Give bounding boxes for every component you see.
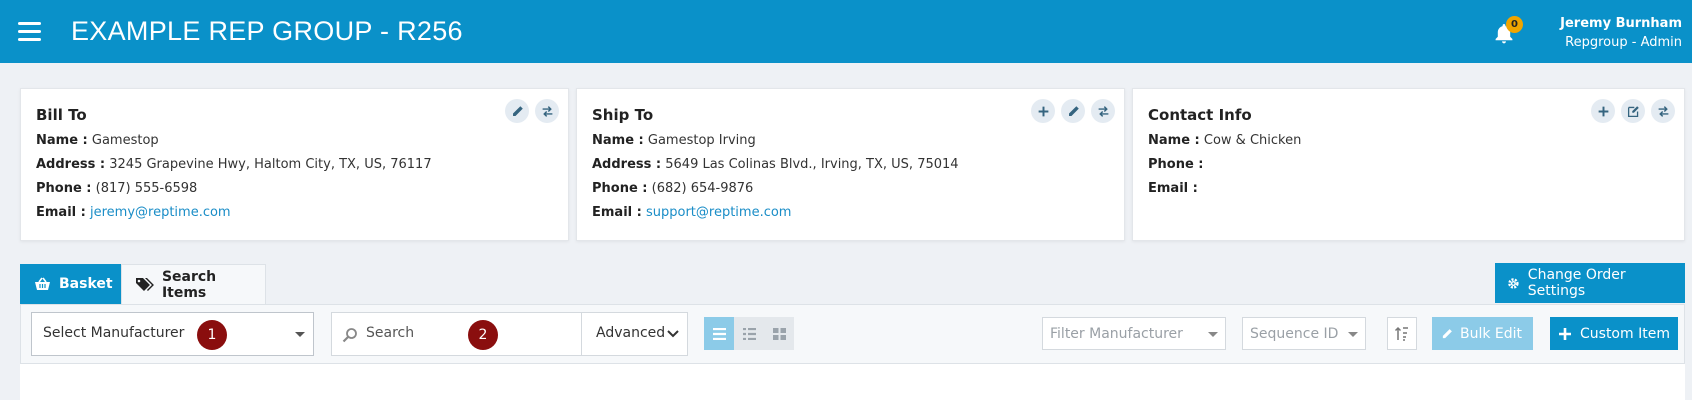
gear-icon: [1508, 277, 1519, 289]
add-contact-button[interactable]: [1591, 99, 1615, 123]
custom-item-button[interactable]: Custom Item: [1550, 317, 1678, 350]
user-menu[interactable]: Jeremy Burnham Repgroup - Admin: [1560, 14, 1682, 52]
pencil-icon: [1068, 105, 1079, 116]
advanced-search-button[interactable]: Advanced: [581, 312, 688, 356]
email-label: Email :: [592, 205, 642, 220]
caret-down-icon: [1208, 332, 1218, 337]
phone-label: Phone :: [36, 181, 92, 196]
edit-contact-button[interactable]: [1621, 99, 1645, 123]
ship-to-name: Gamestop Irving: [647, 133, 756, 148]
phone-label: Phone :: [592, 181, 648, 196]
list-view-button[interactable]: [704, 317, 734, 350]
ship-to-address: 5649 Las Colinas Blvd., Irving, TX, US, …: [665, 157, 959, 172]
pencil-icon: [512, 105, 523, 116]
ship-to-card: Ship To Name : Gamestop Irving Address :…: [576, 88, 1125, 241]
grid-view-icon: [772, 327, 786, 340]
name-label: Name :: [592, 133, 644, 148]
sort-icon: [1394, 326, 1408, 341]
plus-icon: [1598, 106, 1608, 116]
swap-ship-to-button[interactable]: [1091, 99, 1115, 123]
name-label: Name :: [36, 133, 88, 148]
notification-badge: 0: [1506, 16, 1523, 33]
bill-to-name: Gamestop: [91, 133, 159, 148]
grid-view-button[interactable]: [764, 317, 794, 350]
tab-search-items-label: Search Items: [161, 268, 217, 301]
step-marker-2: 2: [468, 320, 498, 350]
bulk-edit-label: Bulk Edit: [1460, 325, 1523, 342]
swap-icon: [1658, 105, 1668, 117]
sequence-id-dropdown[interactable]: Sequence ID: [1242, 317, 1366, 350]
plus-icon: [1559, 327, 1571, 340]
user-name: Jeremy Burnham: [1560, 16, 1682, 31]
step-marker-1: 1: [197, 320, 227, 350]
card-title: Contact Info: [1148, 106, 1252, 124]
detail-view-button[interactable]: [734, 317, 764, 350]
address-label: Address :: [36, 157, 106, 172]
detail-view-icon: [742, 327, 756, 340]
add-ship-to-button[interactable]: [1031, 99, 1055, 123]
search-toolbar: Select Manufacturer 1 2 Advanced Filter …: [20, 304, 1685, 364]
search-field[interactable]: [331, 312, 584, 356]
search-icon: [342, 328, 357, 343]
name-label: Name :: [1148, 133, 1200, 148]
basket-icon: [35, 277, 50, 290]
card-title: Bill To: [36, 106, 87, 124]
bill-to-phone: (817) 555-6598: [95, 181, 198, 196]
search-input[interactable]: [366, 325, 566, 341]
plus-icon: [1038, 106, 1048, 116]
swap-icon: [542, 105, 552, 117]
address-label: Address :: [592, 157, 662, 172]
select-manufacturer-dropdown[interactable]: Select Manufacturer: [31, 312, 314, 356]
bulk-edit-button[interactable]: Bulk Edit: [1432, 317, 1533, 350]
filter-manufacturer-dropdown[interactable]: Filter Manufacturer: [1042, 317, 1226, 350]
card-title: Ship To: [592, 106, 654, 124]
edit-square-icon: [1627, 105, 1639, 117]
contact-info-card: Contact Info Name : Cow & Chicken Phone …: [1132, 88, 1685, 241]
tab-search-items[interactable]: Search Items: [121, 264, 266, 304]
change-order-settings-label: Change Order Settings: [1527, 267, 1626, 299]
top-bar: EXAMPLE REP GROUP - R256 0 Jeremy Burnha…: [0, 0, 1692, 63]
ship-to-phone: (682) 654-9876: [651, 181, 754, 196]
pencil-icon: [1442, 328, 1452, 338]
tags-icon: [135, 278, 154, 291]
email-label: Email :: [36, 205, 86, 220]
bill-to-card: Bill To Name : Gamestop Address : 3245 G…: [20, 88, 569, 241]
phone-label: Phone :: [1148, 157, 1204, 172]
sort-button[interactable]: [1387, 317, 1417, 350]
edit-bill-to-button[interactable]: [505, 99, 529, 123]
advanced-label: Advanced: [596, 325, 666, 341]
swap-bill-to-button[interactable]: [535, 99, 559, 123]
tab-basket[interactable]: Basket: [20, 264, 121, 304]
swap-contact-button[interactable]: [1651, 99, 1675, 123]
hamburger-icon[interactable]: [18, 22, 41, 41]
ship-to-email-link[interactable]: support@reptime.com: [646, 205, 792, 220]
filter-manufacturer-label: Filter Manufacturer: [1050, 326, 1183, 342]
swap-icon: [1098, 105, 1108, 117]
chevron-down-icon: [667, 330, 679, 338]
list-view-icon: [712, 327, 726, 340]
app-title: EXAMPLE REP GROUP - R256: [71, 16, 463, 46]
contact-name: Cow & Chicken: [1203, 133, 1302, 148]
edit-ship-to-button[interactable]: [1061, 99, 1085, 123]
select-manufacturer-label: Select Manufacturer: [43, 325, 185, 341]
bill-to-email-link[interactable]: jeremy@reptime.com: [90, 205, 231, 220]
caret-down-icon: [1348, 332, 1358, 337]
items-panel: [20, 364, 1685, 400]
custom-item-label: Custom Item: [1580, 325, 1670, 342]
caret-down-icon: [295, 332, 305, 337]
bill-to-address: 3245 Grapevine Hwy, Haltom City, TX, US,…: [109, 157, 432, 172]
sequence-id-label: Sequence ID: [1250, 326, 1339, 342]
change-order-settings-button[interactable]: Change Order Settings: [1495, 263, 1685, 303]
tab-basket-label: Basket: [59, 276, 113, 292]
email-label: Email :: [1148, 181, 1198, 196]
user-role: Repgroup - Admin: [1565, 35, 1682, 50]
